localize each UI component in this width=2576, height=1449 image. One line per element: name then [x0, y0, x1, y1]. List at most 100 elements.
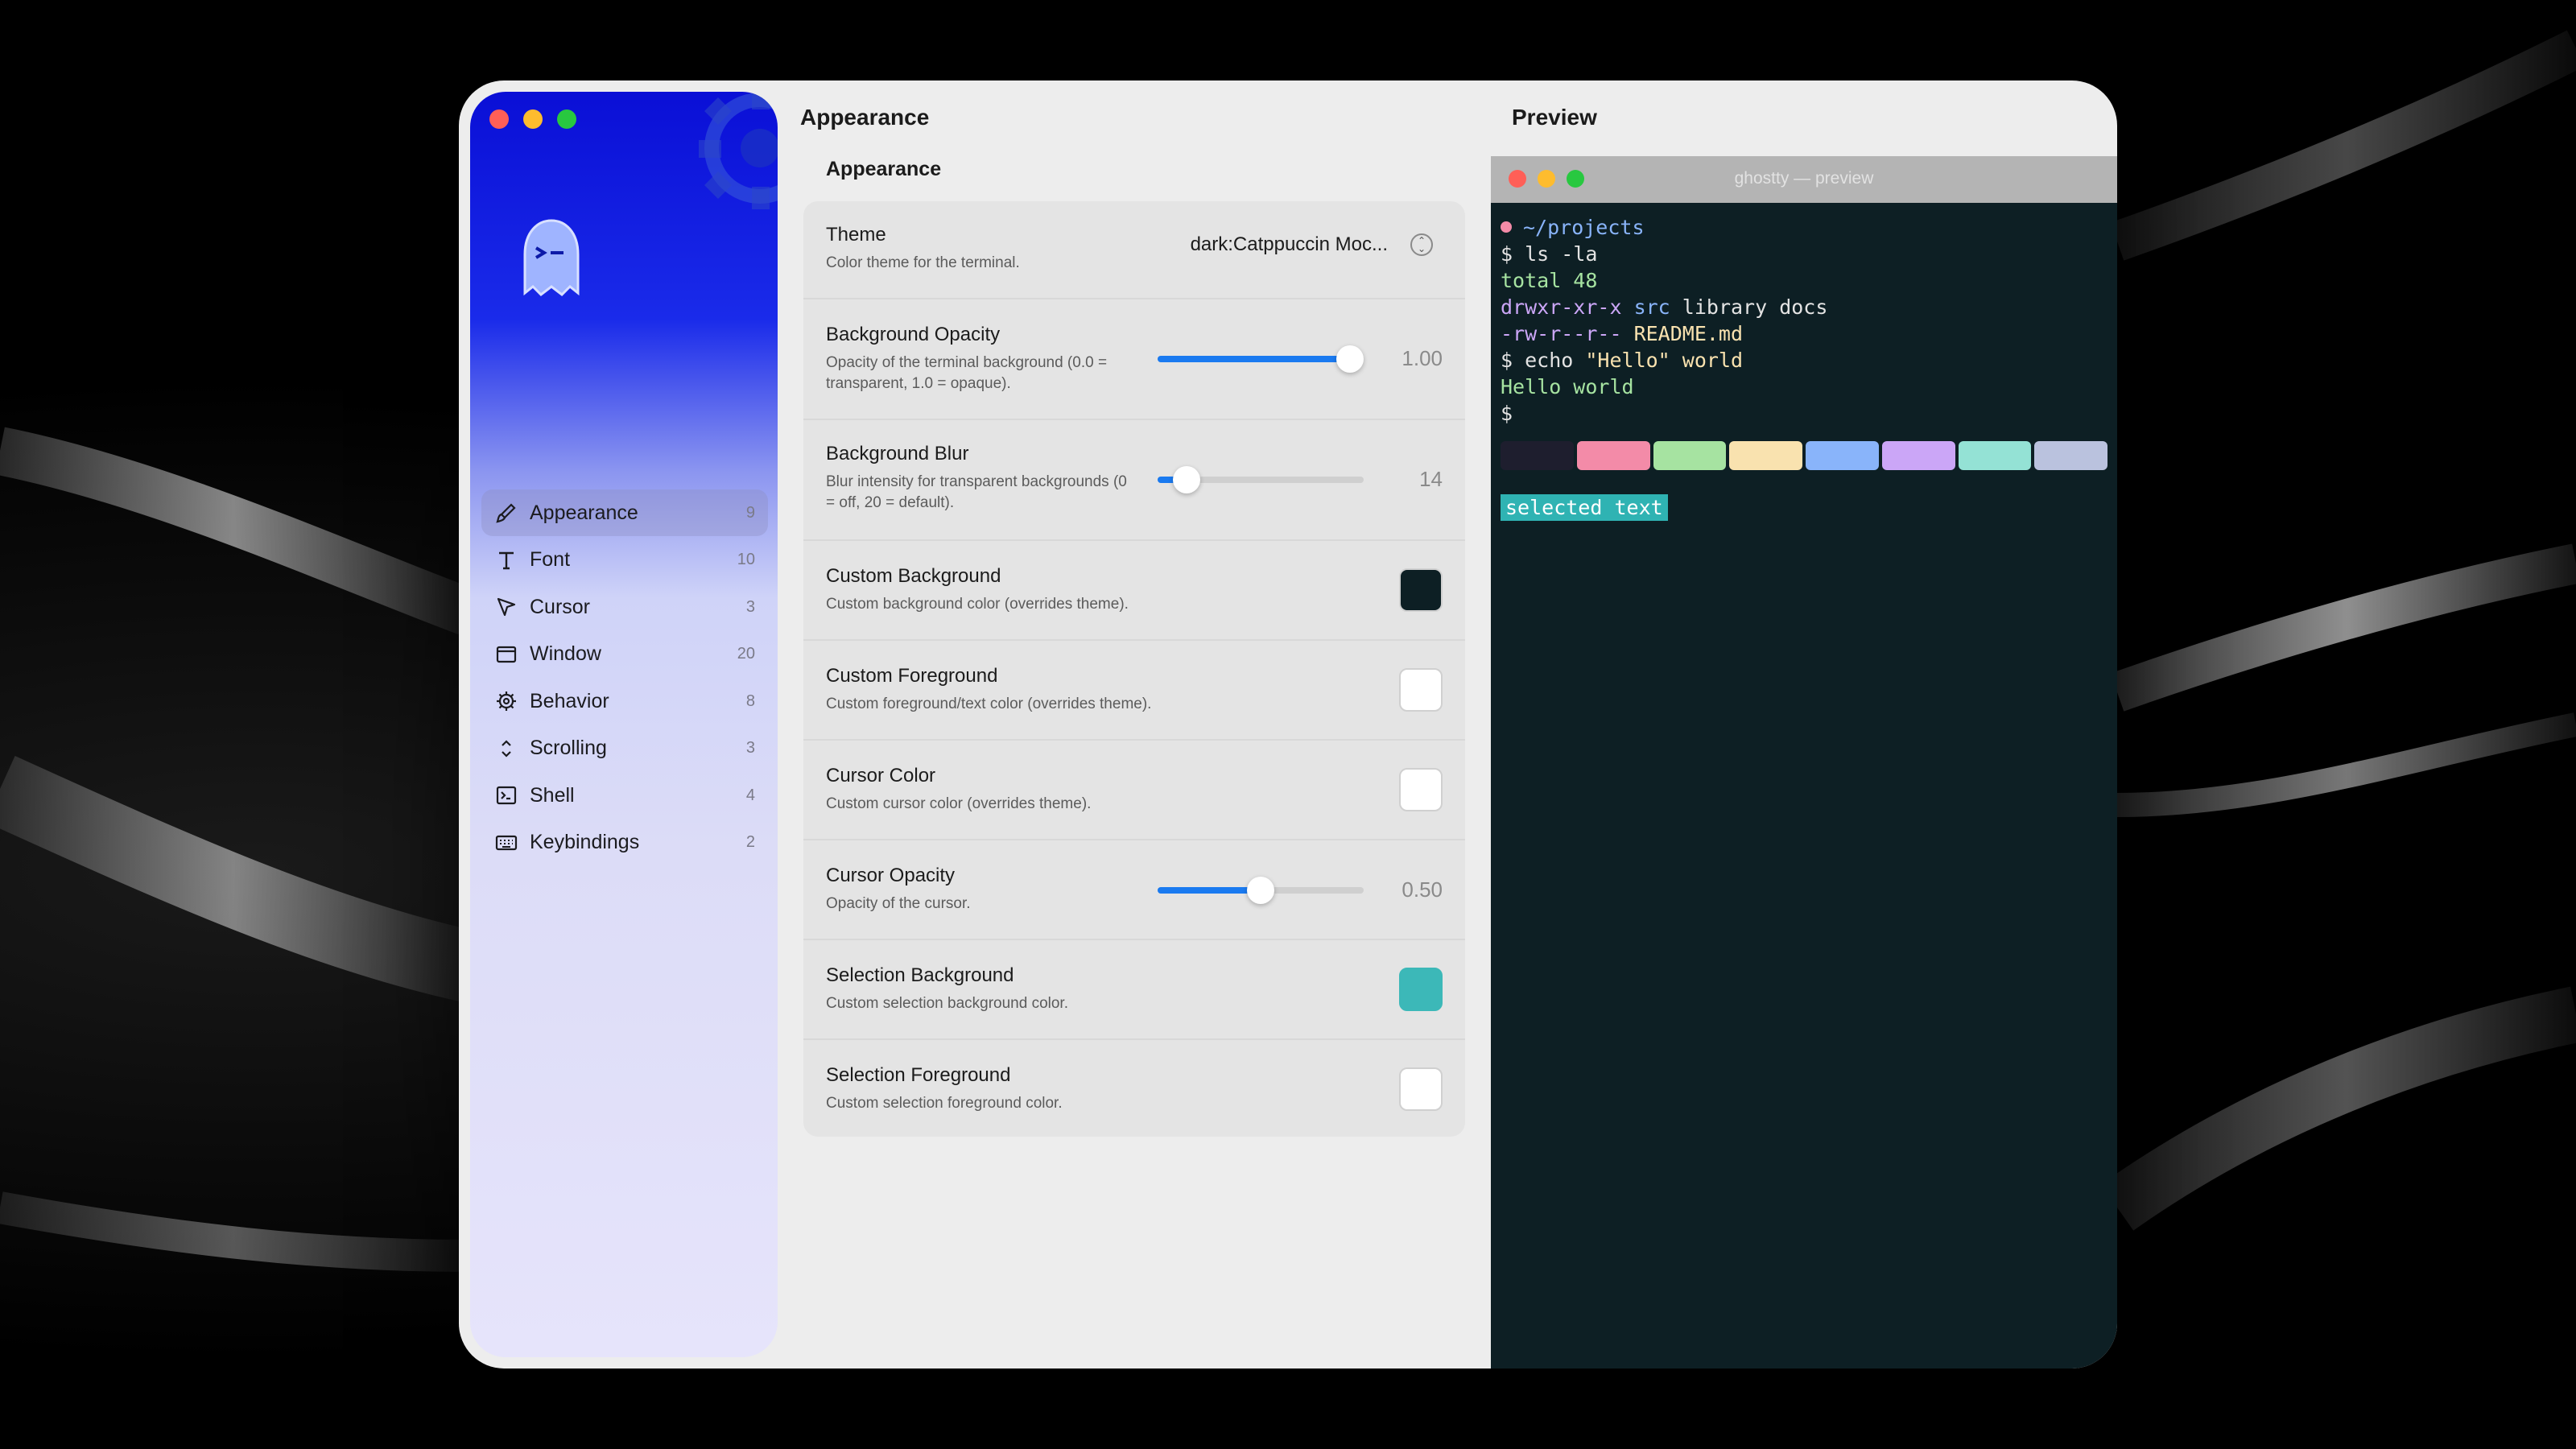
- terminal-window-title: ghostty — preview: [1734, 169, 1874, 188]
- slider-value: 0.50: [1402, 877, 1443, 902]
- preview-panel: Preview ghostty — preview ~/projects $ l…: [1491, 80, 2117, 1368]
- sidebar-item-font[interactable]: Font 10: [481, 537, 768, 584]
- sidebar-item-count: 20: [737, 645, 755, 663]
- terminal-line: drwxr-xr-x src library docs: [1501, 294, 2107, 320]
- sidebar-item-scrolling[interactable]: Scrolling 3: [481, 725, 768, 772]
- sidebar-item-shell[interactable]: Shell 4: [481, 772, 768, 819]
- sidebar-item-label: Appearance: [530, 501, 638, 524]
- setting-row-background-opacity: Background Opacity Opacity of the termin…: [803, 299, 1465, 420]
- background-opacity-slider[interactable]: [1158, 345, 1364, 373]
- rest: library docs: [1670, 295, 1828, 319]
- window-controls: [489, 109, 576, 129]
- sidebar: Appearance 9 Font 10 Cursor 3 Window 20 …: [470, 92, 778, 1357]
- string: "Hello": [1585, 349, 1670, 372]
- text-icon: [494, 548, 518, 572]
- cursor-color-well[interactable]: [1399, 768, 1443, 811]
- selection-foreground-color-well[interactable]: [1399, 1067, 1443, 1111]
- sidebar-item-count: 8: [745, 691, 755, 710]
- setting-desc: Custom foreground/text color (overrides …: [826, 696, 1152, 712]
- setting-row-custom-foreground: Custom Foreground Custom foreground/text…: [803, 641, 1465, 741]
- slider-value: 14: [1419, 467, 1443, 491]
- palette-swatch: [1501, 441, 1574, 470]
- slider-fill: [1158, 356, 1350, 362]
- terminal-titlebar: ghostty — preview: [1491, 156, 2117, 203]
- setting-title: Background Opacity: [826, 324, 1001, 345]
- setting-desc: Opacity of the terminal background (0.0 …: [826, 354, 1108, 392]
- setting-row-background-blur: Background Blur Blur intensity for trans…: [803, 420, 1465, 541]
- command: ls -la: [1525, 242, 1598, 266]
- setting-desc: Blur intensity for transparent backgroun…: [826, 473, 1127, 511]
- permissions: -rw-r--r--: [1501, 322, 1634, 345]
- setting-row-cursor-color: Cursor Color Custom cursor color (overri…: [803, 741, 1465, 840]
- settings-window: Appearance 9 Font 10 Cursor 3 Window 20 …: [459, 80, 2117, 1368]
- terminal-icon: [494, 783, 518, 807]
- slider-knob[interactable]: [1247, 877, 1274, 904]
- sidebar-item-count: 9: [745, 503, 755, 522]
- theme-select[interactable]: dark:Catppuccin Moc... ⌃ ⌄: [1191, 233, 1433, 256]
- window-icon: [494, 642, 518, 667]
- cursor-opacity-slider[interactable]: [1158, 877, 1364, 904]
- terminal-line: total 48: [1501, 269, 1598, 292]
- setting-title: Cursor Color: [826, 765, 936, 786]
- setting-desc: Custom cursor color (overrides theme).: [826, 795, 1092, 812]
- up-down-chevron-icon: ⌃ ⌄: [1410, 233, 1433, 256]
- gear-watermark-icon: [699, 92, 778, 209]
- sidebar-item-behavior[interactable]: Behavior 8: [481, 678, 768, 724]
- settings-card: Theme Color theme for the terminal. dark…: [803, 201, 1465, 1137]
- setting-row-custom-background: Custom Background Custom background colo…: [803, 541, 1465, 641]
- terminal-line: $: [1501, 402, 1513, 425]
- slider-knob[interactable]: [1172, 466, 1200, 493]
- sidebar-item-count: 3: [745, 739, 755, 757]
- prompt: $: [1501, 349, 1525, 372]
- setting-title: Background Blur: [826, 443, 969, 464]
- background-blur-slider[interactable]: [1158, 466, 1364, 493]
- color-palette: [1501, 441, 2107, 470]
- scroll-chevrons-icon: [494, 737, 518, 761]
- ghostty-logo-icon: [523, 219, 580, 296]
- rest: world: [1670, 349, 1744, 372]
- selected-text-sample: selected text: [1501, 494, 1668, 521]
- setting-desc: Custom selection foreground color.: [826, 1095, 1063, 1112]
- dir-name: src: [1633, 295, 1670, 319]
- slider-fill: [1158, 887, 1261, 894]
- setting-desc: Color theme for the terminal.: [826, 254, 1020, 271]
- sidebar-item-window[interactable]: Window 20: [481, 631, 768, 678]
- settings-panel: Appearance Appearance Theme Color theme …: [781, 80, 1491, 1368]
- sidebar-item-count: 3: [745, 597, 755, 616]
- terminal-line: -rw-r--r-- README.md: [1501, 320, 2107, 347]
- section-title: Appearance: [826, 158, 942, 180]
- palette-swatch: [1653, 441, 1727, 470]
- setting-row-cursor-opacity: Cursor Opacity Opacity of the cursor. 0.…: [803, 840, 1465, 940]
- sidebar-item-label: Scrolling: [530, 737, 607, 759]
- cursor-icon: [494, 595, 518, 619]
- sidebar-item-keybindings[interactable]: Keybindings 2: [481, 819, 768, 866]
- preview-title: Preview: [1512, 105, 1597, 130]
- sidebar-item-appearance[interactable]: Appearance 9: [481, 489, 768, 536]
- setting-row-selection-background: Selection Background Custom selection ba…: [803, 940, 1465, 1040]
- setting-desc: Custom background color (overrides theme…: [826, 596, 1129, 613]
- cwd-text: ~/projects: [1523, 216, 1645, 239]
- sidebar-item-label: Keybindings: [530, 831, 640, 853]
- setting-title: Custom Foreground: [826, 665, 998, 687]
- minimize-button[interactable]: [523, 109, 543, 129]
- sidebar-item-label: Window: [530, 642, 601, 665]
- setting-title: Cursor Opacity: [826, 865, 956, 886]
- custom-background-color-well[interactable]: [1399, 568, 1443, 612]
- slider-knob[interactable]: [1336, 345, 1364, 373]
- selection-background-color-well[interactable]: [1399, 968, 1443, 1011]
- palette-swatch: [1806, 441, 1879, 470]
- setting-row-selection-foreground: Selection Foreground Custom selection fo…: [803, 1040, 1465, 1135]
- sidebar-nav: Appearance 9 Font 10 Cursor 3 Window 20 …: [481, 489, 768, 866]
- setting-title: Theme: [826, 224, 886, 246]
- close-button[interactable]: [489, 109, 509, 129]
- slider-value: 1.00: [1402, 346, 1443, 370]
- paintbrush-icon: [494, 501, 518, 525]
- setting-row-theme: Theme Color theme for the terminal. dark…: [803, 201, 1465, 299]
- sidebar-item-cursor[interactable]: Cursor 3: [481, 584, 768, 630]
- sidebar-item-count: 4: [745, 786, 755, 804]
- custom-foreground-color-well[interactable]: [1399, 668, 1443, 712]
- sidebar-item-label: Cursor: [530, 595, 591, 618]
- terminal-line: $ ls -la: [1501, 241, 2107, 267]
- zoom-button[interactable]: [557, 109, 576, 129]
- terminal-line: ~/projects: [1501, 214, 2107, 241]
